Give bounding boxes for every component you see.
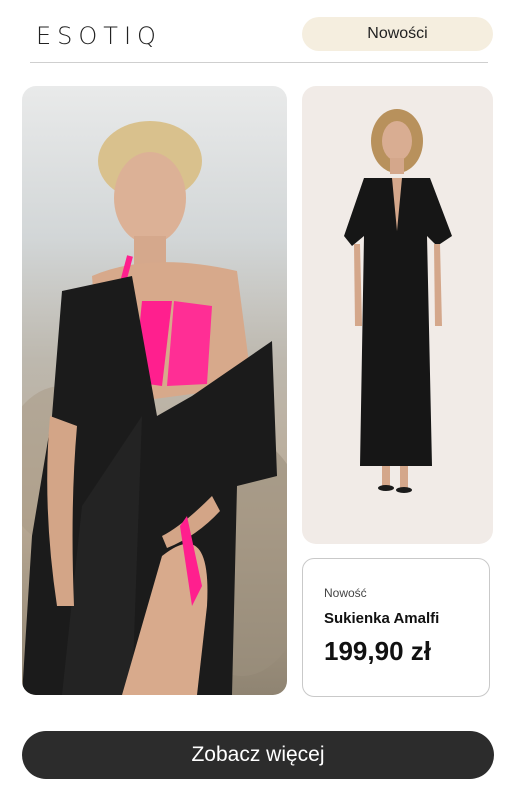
product-photo-image (302, 86, 493, 544)
product-card[interactable]: Nowość Sukienka Amalfi 199,90 zł (302, 558, 490, 697)
see-more-button[interactable]: Zobacz więcej (22, 731, 494, 779)
product-price: 199,90 zł (324, 636, 431, 666)
product-badge: Nowość (324, 586, 367, 600)
lifestyle-photo[interactable] (22, 86, 287, 695)
product-name[interactable]: Sukienka Amalfi (324, 610, 439, 627)
header-divider (30, 62, 488, 63)
new-arrivals-button[interactable]: Nowości (302, 17, 493, 51)
product-photo[interactable] (302, 86, 493, 544)
brand-logo[interactable]: ESOTIQ (36, 22, 162, 50)
lifestyle-photo-image (22, 86, 287, 695)
